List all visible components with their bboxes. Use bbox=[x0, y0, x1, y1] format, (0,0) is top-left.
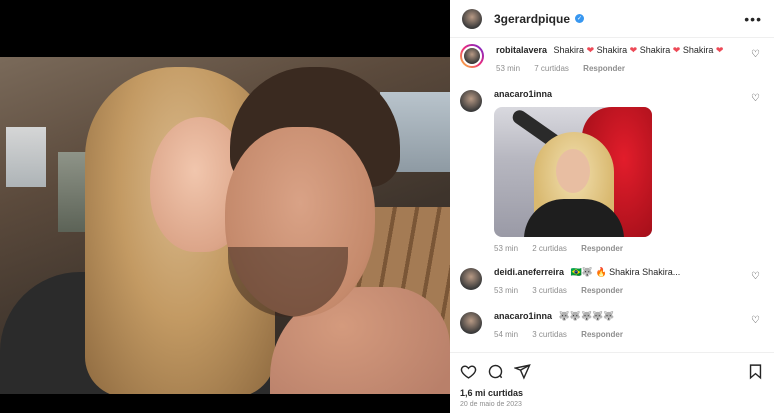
comment-username[interactable]: robitalavera bbox=[496, 45, 547, 55]
reply-button[interactable]: Responder bbox=[581, 244, 623, 253]
more-options-icon[interactable]: ••• bbox=[744, 11, 762, 27]
post-date: 20 de maio de 2023 bbox=[460, 401, 522, 408]
comment-item: anacaro1inna 53 min 2 curtidas Responder… bbox=[460, 88, 764, 255]
comment-text-4: Shakira bbox=[682, 45, 714, 55]
comment-meta: 53 min 3 curtidas Responder bbox=[494, 284, 764, 297]
reply-button[interactable]: Responder bbox=[581, 330, 623, 339]
reply-button[interactable]: Responder bbox=[583, 64, 625, 73]
likes-count[interactable]: 1,6 mi curtidas bbox=[460, 388, 764, 398]
comment-likes[interactable]: 2 curtidas bbox=[532, 244, 567, 253]
comment-time: 53 min bbox=[494, 286, 519, 295]
comment-meta: 53 min 2 curtidas Responder bbox=[494, 242, 764, 255]
comment-meta: 53 min 7 curtidas Responder bbox=[496, 62, 764, 75]
post-media bbox=[0, 0, 450, 413]
like-comment-heart-icon[interactable]: ♡ bbox=[751, 271, 760, 282]
pink-heart-icon: ❤ bbox=[715, 45, 724, 55]
comment-text: 🇧🇷🐺 🔥 Shakira Shakira... bbox=[570, 267, 681, 277]
comment-time: 53 min bbox=[496, 64, 521, 73]
comment-time: 54 min bbox=[494, 330, 519, 339]
pink-heart-icon: ❤ bbox=[672, 45, 681, 55]
pink-heart-icon: ❤ bbox=[586, 45, 595, 55]
share-send-icon[interactable] bbox=[514, 363, 531, 380]
pink-heart-icon: ❤ bbox=[629, 45, 638, 55]
commenter-avatar[interactable] bbox=[460, 90, 482, 112]
comment-likes[interactable]: 3 curtidas bbox=[532, 286, 567, 295]
save-bookmark-icon[interactable] bbox=[747, 363, 764, 380]
comment-item: robitalavera Shakira ❤ Shakira ❤ Shakira… bbox=[460, 44, 764, 75]
comment-bubble-icon[interactable] bbox=[487, 363, 504, 380]
singer-face bbox=[556, 149, 590, 193]
like-heart-icon[interactable] bbox=[460, 363, 477, 380]
comment-time: 53 min bbox=[494, 244, 519, 253]
background-window bbox=[6, 127, 46, 187]
like-comment-heart-icon[interactable]: ♡ bbox=[751, 93, 760, 104]
author-username[interactable]: 3gerardpique bbox=[494, 12, 570, 26]
action-icons bbox=[460, 359, 764, 383]
comment-text: 🐺🐺🐺🐺🐺 bbox=[558, 311, 615, 321]
comment-likes[interactable]: 7 curtidas bbox=[534, 64, 569, 73]
reply-button[interactable]: Responder bbox=[581, 286, 623, 295]
comment-meta: 54 min 3 curtidas Responder bbox=[494, 328, 764, 341]
commenter-avatar[interactable] bbox=[460, 312, 482, 334]
post-photo[interactable] bbox=[0, 57, 450, 394]
comment-username[interactable]: anacaro1inna bbox=[494, 89, 552, 99]
author-avatar[interactable] bbox=[462, 8, 482, 29]
comments-list: robitalavera Shakira ❤ Shakira ❤ Shakira… bbox=[450, 38, 774, 352]
comment-text-2: Shakira bbox=[596, 45, 628, 55]
story-ring[interactable] bbox=[460, 44, 484, 68]
comment-item: deidi.aneferreira 🇧🇷🐺 🔥 Shakira Shakira.… bbox=[460, 266, 764, 297]
verified-badge-icon: ✓ bbox=[575, 14, 585, 23]
comment-username[interactable]: anacaro1inna bbox=[494, 311, 552, 321]
comment-text-3: Shakira bbox=[639, 45, 671, 55]
post-actions: 1,6 mi curtidas 20 de maio de 2023 bbox=[450, 352, 774, 413]
comment-item: anacaro1inna 🐺🐺🐺🐺🐺 54 min 3 curtidas Res… bbox=[460, 310, 764, 341]
comment-likes[interactable]: 3 curtidas bbox=[532, 330, 567, 339]
commenter-avatar bbox=[462, 46, 482, 66]
like-comment-heart-icon[interactable]: ♡ bbox=[751, 49, 760, 60]
like-comment-heart-icon[interactable]: ♡ bbox=[751, 315, 760, 326]
comment-text-1: Shakira bbox=[553, 45, 585, 55]
comment-image[interactable] bbox=[494, 107, 652, 237]
commenter-avatar[interactable] bbox=[460, 268, 482, 290]
comment-username[interactable]: deidi.aneferreira bbox=[494, 267, 564, 277]
post-sidebar: 3gerardpique ✓ ••• robitalavera Shakira … bbox=[450, 0, 774, 413]
post-header: 3gerardpique ✓ ••• bbox=[450, 0, 774, 38]
